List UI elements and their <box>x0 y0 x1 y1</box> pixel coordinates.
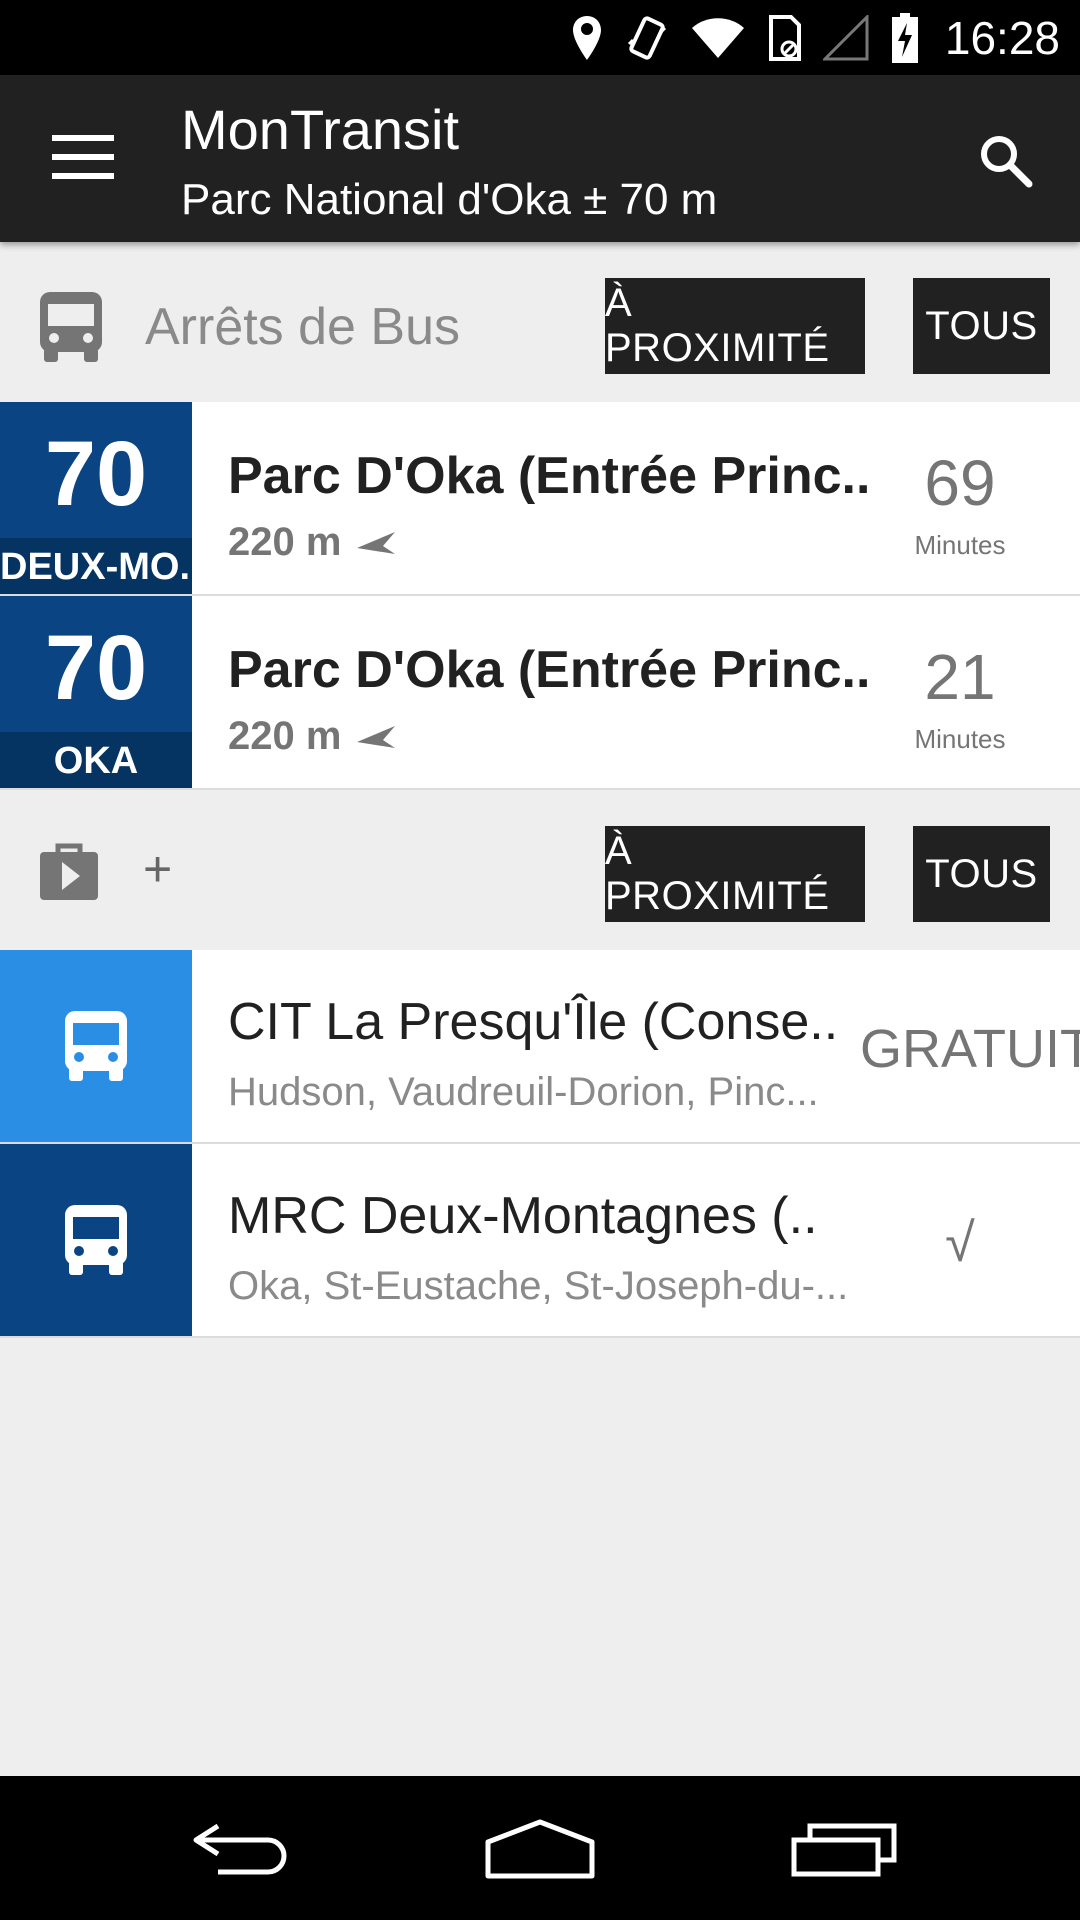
search-icon[interactable] <box>975 130 1035 190</box>
vibrate-icon <box>627 15 666 60</box>
all-button[interactable]: TOUS <box>913 826 1050 922</box>
stop-distance: 220 m <box>228 714 397 759</box>
recents-icon[interactable] <box>790 1818 898 1878</box>
route-number: 70 <box>44 423 148 525</box>
bus-icon <box>65 1205 127 1275</box>
eta-unit: Minutes <box>914 530 1006 560</box>
app-title: MonTransit <box>181 98 460 161</box>
stop-name: Parc D'Oka (Entrée Princ.. <box>228 447 871 505</box>
distance-value: 220 m <box>228 714 342 758</box>
bus-stops-header: Arrêts de Bus À PROXIMITÉ TOUS <box>0 242 1080 402</box>
compass-arrow-icon <box>357 725 396 748</box>
agency-row[interactable]: CIT La Presqu'Île (Conse.. Hudson, Vaudr… <box>0 950 1080 1144</box>
agency-badge <box>0 950 192 1142</box>
eta-unit: Minutes <box>914 724 1006 754</box>
back-icon[interactable] <box>188 1818 292 1878</box>
add-icon[interactable]: + <box>143 840 172 898</box>
section-title: Arrêts de Bus <box>145 298 461 356</box>
bus-icon <box>40 292 102 362</box>
route-badge: 70 DEUX-MO.. <box>0 402 192 594</box>
nearby-button[interactable]: À PROXIMITÉ <box>605 826 865 922</box>
agency-cities: Oka, St-Eustache, St-Joseph-du-... <box>228 1264 849 1308</box>
agency-badge <box>0 1144 192 1336</box>
distance-value: 220 m <box>228 520 342 564</box>
bus-icon <box>65 1011 127 1081</box>
stop-name: Parc D'Oka (Entrée Princ.. <box>228 641 871 699</box>
battery-charging-icon <box>891 12 918 63</box>
menu-icon[interactable] <box>52 135 114 179</box>
compass-arrow-icon <box>357 531 396 554</box>
agency-row[interactable]: MRC Deux-Montagnes (.. Oka, St-Eustache,… <box>0 1144 1080 1338</box>
stop-distance: 220 m <box>228 520 397 565</box>
signal-icon <box>822 14 869 60</box>
status-bar: 16:28 <box>0 0 1080 75</box>
stop-row[interactable]: 70 DEUX-MO.. Parc D'Oka (Entrée Princ.. … <box>0 402 1080 596</box>
clock: 16:28 <box>944 11 1060 64</box>
eta-value: 21 <box>924 641 996 713</box>
route-number: 70 <box>44 617 148 719</box>
navigation-bar <box>0 1776 1080 1920</box>
sim-icon <box>768 14 801 61</box>
agency-status: GRATUIT <box>860 1019 1080 1079</box>
all-button[interactable]: TOUS <box>913 278 1050 374</box>
home-icon[interactable] <box>484 1818 596 1880</box>
installed-check: √ <box>945 1213 975 1273</box>
agency-name: MRC Deux-Montagnes (.. <box>228 1187 818 1245</box>
location-icon <box>572 15 601 60</box>
route-badge: 70 OKA <box>0 596 192 788</box>
location-subtitle: Parc National d'Oka ± 70 m <box>181 175 718 224</box>
route-direction: OKA <box>0 732 192 788</box>
wifi-icon <box>691 17 744 58</box>
agency-cities: Hudson, Vaudreuil-Dorion, Pinc... <box>228 1070 819 1114</box>
play-store-icon <box>40 843 98 900</box>
stop-row[interactable]: 70 OKA Parc D'Oka (Entrée Princ.. 220 m … <box>0 596 1080 790</box>
route-direction: DEUX-MO.. <box>0 538 192 594</box>
agencies-header: + À PROXIMITÉ TOUS <box>0 790 1080 950</box>
eta-value: 69 <box>924 447 996 519</box>
app-bar: MonTransit Parc National d'Oka ± 70 m <box>0 75 1080 242</box>
agency-name: CIT La Presqu'Île (Conse.. <box>228 993 839 1051</box>
nearby-button[interactable]: À PROXIMITÉ <box>605 278 865 374</box>
